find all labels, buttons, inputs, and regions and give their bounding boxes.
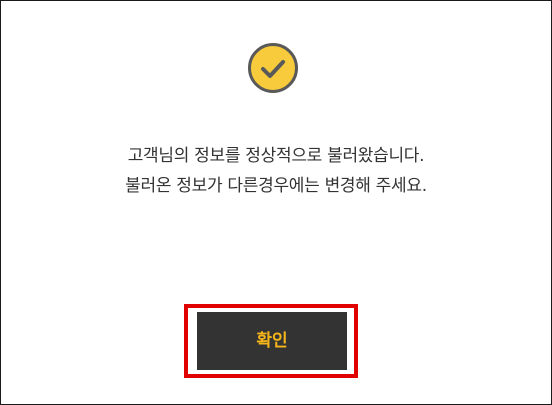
message-line-1: 고객님의 정보를 정상적으로 불러왔습니다. <box>127 146 425 166</box>
confirmation-dialog: 고객님의 정보를 정상적으로 불러왔습니다. 불러온 정보가 다른경우에는 변경… <box>0 0 552 405</box>
message-line-2: 불러온 정보가 다른경우에는 변경해 주세요. <box>125 176 427 196</box>
dialog-message: 고객님의 정보를 정상적으로 불러왔습니다. 불러온 정보가 다른경우에는 변경… <box>1 141 551 201</box>
confirm-button[interactable]: 확인 <box>197 312 347 370</box>
check-circle-icon <box>247 42 299 94</box>
